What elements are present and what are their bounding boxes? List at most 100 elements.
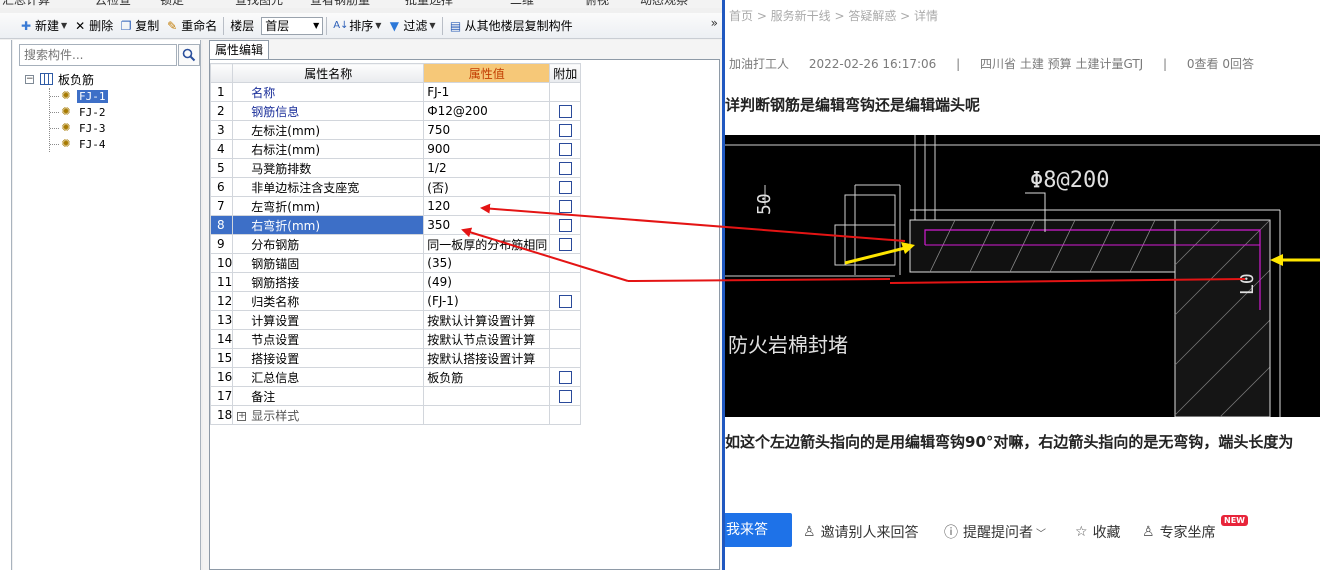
- property-value-cell[interactable]: 750: [423, 120, 551, 140]
- top-view-button[interactable]: 俯视: [585, 0, 609, 8]
- rename-button[interactable]: ✎ 重命名: [162, 15, 220, 37]
- property-name-cell[interactable]: 左标注(mm): [232, 120, 425, 140]
- tree-root-slab-negative-rebar[interactable]: − 板负筋: [13, 70, 199, 88]
- answer-button[interactable]: 我来答: [725, 513, 792, 547]
- property-name-cell[interactable]: + 显示样式: [232, 405, 425, 425]
- favorite-button[interactable]: ☆ 收藏: [1075, 522, 1121, 542]
- copy-button[interactable]: ❐ 复制: [116, 15, 162, 37]
- property-name-cell[interactable]: 钢筋搭接: [232, 272, 425, 292]
- remind-asker-button[interactable]: ⓘ 提醒提问者 ﹀: [944, 522, 1051, 542]
- expand-plus-icon[interactable]: +: [237, 411, 247, 421]
- view-2d-select[interactable]: 二维: [510, 0, 534, 8]
- delete-button[interactable]: ✕ 删除: [70, 15, 116, 37]
- property-value-cell[interactable]: 120: [423, 196, 551, 216]
- property-value-cell[interactable]: 900: [423, 139, 551, 159]
- property-value-cell[interactable]: 350: [423, 215, 551, 235]
- invite-answer-button[interactable]: ♙ 邀请别人来回答: [803, 522, 919, 542]
- extra-checkbox[interactable]: [558, 105, 572, 118]
- find-element-button[interactable]: 查找图元: [235, 0, 283, 8]
- expert-seat-button[interactable]: ♙ 专家坐席: [1142, 522, 1216, 542]
- property-row[interactable]: 16 汇总信息 板负筋: [209, 367, 582, 387]
- extra-checkbox[interactable]: [558, 124, 572, 137]
- property-row[interactable]: 8 右弯折(mm) 350: [209, 215, 582, 235]
- lock-button[interactable]: 锁定: [160, 0, 184, 8]
- tab-property-edit[interactable]: 属性编辑: [209, 40, 270, 59]
- property-value-cell[interactable]: 1/2: [423, 158, 551, 178]
- property-name-cell[interactable]: 左弯折(mm): [232, 196, 425, 216]
- property-row[interactable]: 12 归类名称 (FJ-1): [209, 291, 582, 311]
- property-value-cell[interactable]: [423, 386, 551, 406]
- property-row[interactable]: 3 左标注(mm) 750: [209, 120, 582, 140]
- property-value-cell[interactable]: 同一板厚的分布筋相同: [423, 234, 551, 254]
- extra-checkbox[interactable]: [558, 162, 572, 175]
- extra-checkbox[interactable]: [558, 143, 572, 156]
- collapse-icon[interactable]: −: [25, 74, 34, 84]
- property-value-cell[interactable]: (否): [423, 177, 551, 197]
- extra-checkbox[interactable]: [558, 181, 572, 194]
- property-row[interactable]: 15 搭接设置 按默认搭接设置计算: [209, 348, 582, 368]
- property-row[interactable]: 6 非单边标注含支座宽 (否): [209, 177, 582, 197]
- property-row[interactable]: 13 计算设置 按默认计算设置计算: [209, 310, 582, 330]
- breadcrumb[interactable]: 首页 > 服务新干线 > 答疑解惑 > 详情: [729, 7, 938, 24]
- floor-select[interactable]: 首层 ▼: [261, 16, 324, 35]
- property-value-cell[interactable]: (49): [423, 272, 551, 292]
- property-name-cell[interactable]: 名称: [232, 82, 425, 102]
- property-value-cell[interactable]: [423, 405, 551, 425]
- cloud-check-button[interactable]: 云检查: [95, 0, 131, 8]
- property-value-cell[interactable]: FJ-1: [423, 82, 551, 102]
- extra-checkbox[interactable]: [558, 390, 572, 403]
- property-value-cell[interactable]: (FJ-1): [423, 291, 551, 311]
- property-row[interactable]: 11 钢筋搭接 (49): [209, 272, 582, 292]
- extra-checkbox[interactable]: [558, 295, 572, 308]
- property-row[interactable]: 5 马凳筋排数 1/2: [209, 158, 582, 178]
- property-name-cell[interactable]: 右弯折(mm): [232, 215, 425, 235]
- extra-checkbox[interactable]: [558, 371, 572, 384]
- property-name-cell[interactable]: 汇总信息: [232, 367, 425, 387]
- tree-item-fj-1[interactable]: ✺ FJ-1: [50, 88, 199, 104]
- property-row[interactable]: 10 钢筋锚固 (35): [209, 253, 582, 273]
- copy-from-floor-button[interactable]: ▤ 从其他楼层复制构件: [446, 15, 576, 37]
- property-name-cell[interactable]: 右标注(mm): [232, 139, 425, 159]
- property-row[interactable]: 18 + 显示样式: [209, 405, 582, 425]
- summary-calc-button[interactable]: 汇总计算: [2, 0, 50, 8]
- property-name-cell[interactable]: 马凳筋排数: [232, 158, 425, 178]
- extra-header[interactable]: 附加: [549, 63, 582, 83]
- property-value-cell[interactable]: 按默认搭接设置计算: [423, 348, 551, 368]
- property-name-cell[interactable]: 计算设置: [232, 310, 425, 330]
- orbit-button[interactable]: 动态观察: [640, 0, 688, 8]
- property-value-cell[interactable]: 按默认节点设置计算: [423, 329, 551, 349]
- property-row[interactable]: 4 右标注(mm) 900: [209, 139, 582, 159]
- property-value-cell[interactable]: Ф12@200: [423, 101, 551, 121]
- property-name-cell[interactable]: 分布钢筋: [232, 234, 425, 254]
- property-value-cell[interactable]: (35): [423, 253, 551, 273]
- author-name[interactable]: 加油打工人: [729, 57, 789, 71]
- extra-checkbox[interactable]: [558, 200, 572, 213]
- tree-item-fj-2[interactable]: ✺ FJ-2: [50, 104, 199, 120]
- tree-item-fj-4[interactable]: ✺ FJ-4: [50, 136, 199, 152]
- property-row[interactable]: 1 名称 FJ-1: [209, 82, 582, 102]
- property-value-header[interactable]: 属性值: [423, 63, 551, 83]
- property-name-cell[interactable]: 搭接设置: [232, 348, 425, 368]
- property-row[interactable]: 14 节点设置 按默认节点设置计算: [209, 329, 582, 349]
- new-button[interactable]: ✚ 新建 ▼: [16, 15, 70, 37]
- tree-item-fj-3[interactable]: ✺ FJ-3: [50, 120, 199, 136]
- property-row[interactable]: 17 备注: [209, 386, 582, 406]
- property-name-cell[interactable]: 节点设置: [232, 329, 425, 349]
- sort-button[interactable]: A↓ 排序 ▼: [330, 15, 384, 37]
- property-name-cell[interactable]: 备注: [232, 386, 425, 406]
- property-name-cell[interactable]: 归类名称: [232, 291, 425, 311]
- property-name-cell[interactable]: 非单边标注含支座宽: [232, 177, 425, 197]
- property-row[interactable]: 2 钢筋信息 Ф12@200: [209, 101, 582, 121]
- property-value-cell[interactable]: 按默认计算设置计算: [423, 310, 551, 330]
- component-search-input[interactable]: [19, 44, 177, 66]
- property-row[interactable]: 9 分布钢筋 同一板厚的分布筋相同: [209, 234, 582, 254]
- extra-checkbox[interactable]: [558, 219, 572, 232]
- property-row[interactable]: 7 左弯折(mm) 120: [209, 196, 582, 216]
- property-name-header[interactable]: 属性名称: [232, 63, 425, 83]
- extra-checkbox[interactable]: [558, 238, 572, 251]
- toolbar-overflow-button[interactable]: »: [711, 16, 718, 30]
- view-rebar-qty-button[interactable]: 查看钢筋量: [310, 0, 370, 8]
- filter-button[interactable]: ▼ 过滤 ▼: [384, 15, 438, 37]
- batch-select-button[interactable]: 批量选择: [405, 0, 453, 8]
- search-button[interactable]: [178, 44, 200, 66]
